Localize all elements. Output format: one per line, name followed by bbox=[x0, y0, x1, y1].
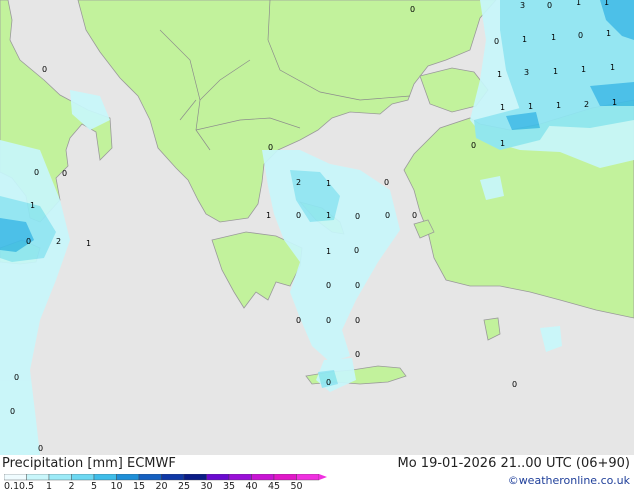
scale-label: 0.5 bbox=[19, 481, 34, 490]
scale-label: 45 bbox=[268, 481, 280, 490]
scale-swatch bbox=[116, 474, 140, 481]
value-label: 1 bbox=[551, 33, 556, 42]
scale-label: 2 bbox=[68, 481, 74, 490]
value-label: 2 bbox=[296, 178, 301, 187]
value-label: 1 bbox=[553, 67, 558, 76]
scale-label: 20 bbox=[155, 481, 167, 490]
value-label: 1 bbox=[581, 65, 586, 74]
scale-swatch bbox=[228, 474, 252, 481]
value-label: 0 bbox=[385, 211, 390, 220]
map-footer: Precipitation [mm] ECMWF Mo 19-01-2026 2… bbox=[0, 455, 634, 490]
value-label: 0 bbox=[355, 281, 360, 290]
value-label: 0 bbox=[14, 373, 19, 382]
scale-swatch bbox=[273, 474, 297, 481]
precipitation-map: 0 3 0 1 1 0 1 1 0 1 1 3 1 1 1 1 1 1 2 1 … bbox=[0, 0, 634, 455]
value-label: 1 bbox=[522, 35, 527, 44]
value-label: 0 bbox=[26, 237, 31, 246]
value-label: 1 bbox=[266, 211, 271, 220]
scale-label: 5 bbox=[91, 481, 97, 490]
value-label: 0 bbox=[410, 5, 415, 14]
value-label: 0 bbox=[296, 316, 301, 325]
value-label: 0 bbox=[62, 169, 67, 178]
scale-label: 1 bbox=[46, 481, 52, 490]
scale-label: 15 bbox=[133, 481, 145, 490]
scale-swatch bbox=[71, 474, 95, 481]
value-label: 0 bbox=[471, 141, 476, 150]
value-label: 0 bbox=[384, 178, 389, 187]
value-label: 0 bbox=[512, 380, 517, 389]
value-label: 1 bbox=[528, 102, 533, 111]
value-label: 0 bbox=[494, 37, 499, 46]
value-label: 2 bbox=[56, 237, 61, 246]
value-label: 0 bbox=[326, 378, 331, 387]
map-title: Precipitation [mm] ECMWF bbox=[2, 456, 176, 471]
value-label: 0 bbox=[578, 31, 583, 40]
value-label: 0 bbox=[354, 246, 359, 255]
value-label: 3 bbox=[520, 1, 525, 10]
value-label: 1 bbox=[556, 101, 561, 110]
credit-link[interactable]: ©weatheronline.co.uk bbox=[508, 474, 630, 487]
scale-label: 10 bbox=[110, 481, 122, 490]
value-label: 3 bbox=[524, 68, 529, 77]
value-label: 0 bbox=[10, 407, 15, 416]
precipitation-scale: 0.1 0.5 1 2 5 10 15 20 25 30 35 40 45 50 bbox=[4, 474, 327, 490]
scale-swatch bbox=[93, 474, 117, 481]
value-label: 1 bbox=[30, 201, 35, 210]
scale-swatch bbox=[138, 474, 162, 481]
value-label: 1 bbox=[610, 63, 615, 72]
value-label: 0 bbox=[355, 316, 360, 325]
scale-swatch bbox=[206, 474, 230, 481]
value-label: 1 bbox=[326, 179, 331, 188]
value-label: 0 bbox=[326, 316, 331, 325]
value-label: 1 bbox=[86, 239, 91, 248]
scale-label: 40 bbox=[245, 481, 257, 490]
scale-swatch bbox=[161, 474, 185, 481]
value-label: 0 bbox=[355, 350, 360, 359]
scale-label: 0.1 bbox=[4, 481, 19, 490]
scale-swatch bbox=[251, 474, 275, 481]
scale-label: 50 bbox=[290, 481, 302, 490]
value-label: 1 bbox=[497, 70, 502, 79]
scale-label: 30 bbox=[200, 481, 212, 490]
value-label: 2 bbox=[584, 100, 589, 109]
value-label: 0 bbox=[268, 143, 273, 152]
value-label: 0 bbox=[547, 1, 552, 10]
value-label: 1 bbox=[604, 0, 609, 7]
value-label: 1 bbox=[326, 211, 331, 220]
value-label: 1 bbox=[606, 29, 611, 38]
value-label: 0 bbox=[326, 281, 331, 290]
value-label: 1 bbox=[576, 0, 581, 7]
value-label: 1 bbox=[326, 247, 331, 256]
value-label: 0 bbox=[412, 211, 417, 220]
value-label: 1 bbox=[500, 103, 505, 112]
forecast-timestamp: Mo 19-01-2026 21..00 UTC (06+90) bbox=[397, 456, 631, 471]
scale-label: 25 bbox=[178, 481, 190, 490]
scale-swatch bbox=[26, 474, 50, 481]
value-label: 0 bbox=[296, 211, 301, 220]
value-label: 1 bbox=[612, 98, 617, 107]
value-label: 1 bbox=[500, 139, 505, 148]
scale-label: 35 bbox=[223, 481, 235, 490]
value-label: 0 bbox=[38, 444, 43, 453]
scale-swatch bbox=[296, 474, 320, 481]
scale-swatch bbox=[48, 474, 72, 481]
value-label: 0 bbox=[34, 168, 39, 177]
value-label: 0 bbox=[355, 212, 360, 221]
scale-swatch bbox=[183, 474, 207, 481]
value-label: 0 bbox=[42, 65, 47, 74]
scale-swatch bbox=[4, 474, 27, 481]
scale-arrow bbox=[319, 474, 327, 480]
